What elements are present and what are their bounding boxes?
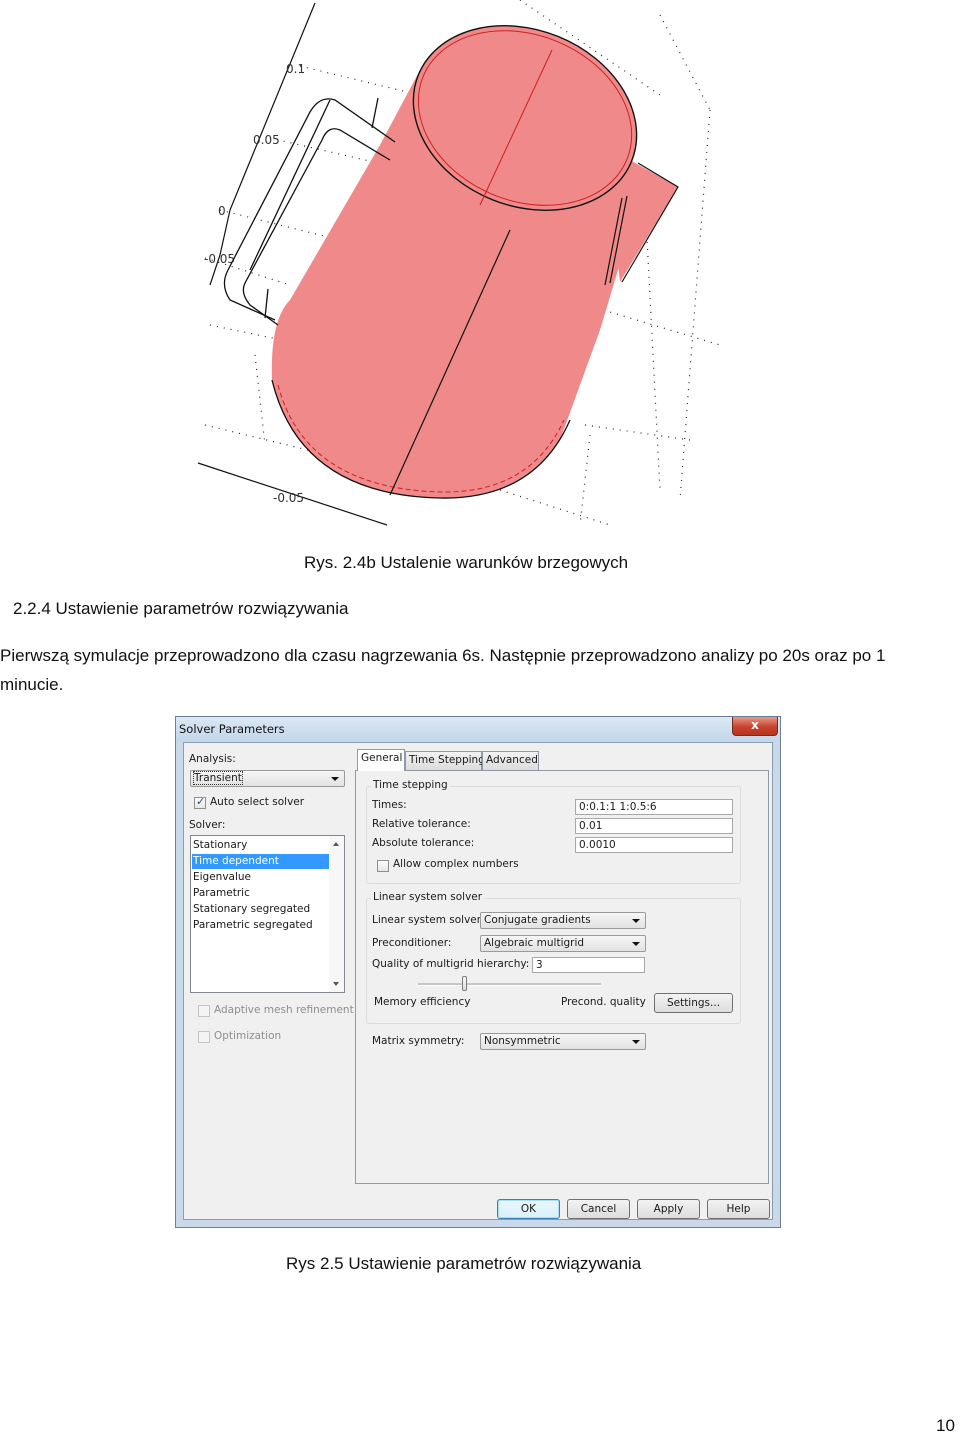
absolute-tolerance-value: 0.0010	[579, 839, 616, 851]
precond-quality-slider-track[interactable]	[418, 983, 601, 986]
tab-general[interactable]: General	[357, 749, 405, 771]
absolute-tolerance-label: Absolute tolerance:	[372, 837, 475, 849]
allow-complex-numbers-label: Allow complex numbers	[393, 858, 519, 870]
figure-caption-2-4b: Rys. 2.4b Ustalenie warunków brzegowych	[304, 553, 629, 572]
preconditioner-dropdown[interactable]: Algebraic multigrid	[480, 935, 646, 952]
adaptive-mesh-checkbox[interactable]	[198, 1005, 210, 1017]
linear-system-solver-group-title: Linear system solver	[371, 891, 485, 903]
chevron-down-icon	[632, 919, 640, 923]
figure-caption-2-5: Rys 2.5 Ustawienie parametrów rozwiązywa…	[286, 1254, 642, 1273]
solver-option-parametric-segregated[interactable]: Parametric segregated	[192, 918, 329, 933]
solver-label: Solver:	[189, 819, 226, 831]
tab-advanced[interactable]: Advanced	[482, 751, 539, 770]
relative-tolerance-label: Relative tolerance:	[372, 818, 471, 830]
settings-button-label: Settings...	[666, 997, 721, 1009]
solver-listbox[interactable]: Stationary Time dependent Eigenvalue Par…	[190, 835, 345, 993]
adaptive-mesh-label: Adaptive mesh refinement	[214, 1004, 354, 1016]
preconditioner-label: Preconditioner:	[372, 937, 452, 949]
absolute-tolerance-input[interactable]: 0.0010	[575, 837, 733, 853]
ok-button[interactable]: OK	[497, 1199, 560, 1219]
axis-tick-label: 0	[218, 204, 226, 218]
apply-button-label: Apply	[653, 1203, 684, 1215]
auto-select-solver-label: Auto select solver	[210, 796, 305, 808]
multigrid-quality-value: 3	[536, 959, 543, 971]
relative-tolerance-input[interactable]: 0.01	[575, 818, 733, 834]
preconditioner-value: Algebraic multigrid	[484, 937, 585, 949]
solver-option-time-dependent[interactable]: Time dependent	[192, 854, 329, 869]
paragraph-line-2: minucie.	[0, 675, 64, 694]
dialog-client-area: Analysis: Transient ✓ Auto select solver…	[183, 742, 773, 1220]
help-button[interactable]: Help	[707, 1199, 770, 1219]
optimization-label: Optimization	[214, 1030, 282, 1042]
solver-option-stationary-segregated[interactable]: Stationary segregated	[192, 902, 329, 917]
cancel-button[interactable]: Cancel	[567, 1199, 630, 1219]
linear-system-solver-value: Conjugate gradients	[484, 914, 591, 926]
close-icon: x	[751, 718, 759, 732]
settings-button[interactable]: Settings...	[654, 993, 733, 1013]
scroll-up-arrow-icon[interactable]	[333, 842, 339, 846]
general-tab-panel: Time stepping Times: 0:0.1:1 1:0.5:6 Rel…	[355, 770, 769, 1184]
scroll-down-arrow-icon[interactable]	[333, 982, 339, 986]
optimization-checkbox[interactable]	[198, 1031, 210, 1043]
auto-select-solver-checkbox[interactable]: ✓	[194, 795, 206, 809]
apply-button[interactable]: Apply	[637, 1199, 700, 1219]
chevron-down-icon	[331, 777, 339, 781]
precond-quality-slider-thumb[interactable]	[461, 976, 467, 991]
tab-time-stepping-label: Time Stepping	[409, 754, 485, 766]
tab-general-label: General	[361, 752, 403, 764]
chevron-down-icon	[632, 1040, 640, 1044]
linear-system-solver-label: Linear system solver:	[372, 914, 485, 926]
precond-quality-label: Precond. quality	[561, 996, 646, 1008]
solver-parameters-dialog: Solver Parameters x Analysis: Transient …	[175, 716, 781, 1228]
times-input[interactable]: 0:0.1:1 1:0.5:6	[575, 799, 733, 815]
axis-tick-label: -0.05	[204, 252, 235, 266]
listbox-scrollbar[interactable]	[329, 836, 344, 992]
linear-system-solver-dropdown[interactable]: Conjugate gradients	[480, 912, 646, 929]
cancel-button-label: Cancel	[580, 1203, 617, 1215]
analysis-value: Transient	[193, 771, 243, 785]
solver-option-parametric[interactable]: Parametric	[192, 886, 329, 901]
axis-tick-label: 0.1	[286, 62, 305, 76]
axis-tick-label: 0.05	[253, 133, 280, 147]
solver-option-eigenvalue[interactable]: Eigenvalue	[192, 870, 329, 885]
times-label: Times:	[372, 799, 407, 811]
tab-time-stepping[interactable]: Time Stepping	[405, 751, 485, 770]
matrix-symmetry-label: Matrix symmetry:	[372, 1035, 465, 1047]
dialog-title: Solver Parameters	[179, 722, 285, 736]
relative-tolerance-value: 0.01	[579, 820, 603, 832]
matrix-symmetry-dropdown[interactable]: Nonsymmetric	[480, 1033, 646, 1050]
matrix-symmetry-value: Nonsymmetric	[484, 1035, 561, 1047]
times-value: 0:0.1:1 1:0.5:6	[579, 801, 657, 813]
dialog-titlebar[interactable]: Solver Parameters x	[176, 717, 780, 741]
multigrid-quality-input[interactable]: 3	[532, 957, 645, 973]
checkmark-icon: ✓	[196, 795, 206, 808]
section-heading: 2.2.4 Ustawienie parametrów rozwiązywani…	[13, 599, 349, 618]
tab-advanced-label: Advanced	[486, 754, 538, 766]
paragraph-line-1: Pierwszą symulacje przeprowadzono dla cz…	[0, 646, 886, 665]
page-number: 10	[936, 1416, 955, 1435]
ok-button-label: OK	[520, 1203, 537, 1215]
chevron-down-icon	[632, 942, 640, 946]
axis-tick-label: -0.05	[273, 491, 304, 505]
multigrid-quality-label: Quality of multigrid hierarchy:	[372, 958, 530, 970]
help-button-label: Help	[726, 1203, 751, 1215]
solver-option-stationary[interactable]: Stationary	[192, 838, 329, 853]
allow-complex-numbers-checkbox[interactable]	[377, 860, 389, 872]
analysis-label: Analysis:	[189, 753, 236, 765]
close-button[interactable]: x	[732, 717, 778, 736]
jug-3d-model-figure: 0.1 0.05 0 -0.05 -0.05	[197, 0, 721, 526]
memory-efficiency-label: Memory efficiency	[374, 996, 471, 1008]
time-stepping-group-title: Time stepping	[371, 779, 450, 791]
analysis-dropdown[interactable]: Transient	[190, 770, 345, 787]
